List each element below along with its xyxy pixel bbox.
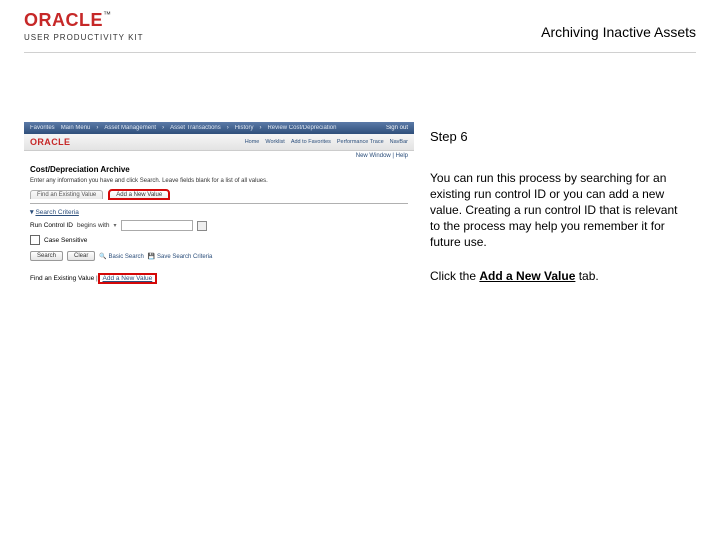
app-brand: ORACLE bbox=[30, 137, 70, 147]
new-window-link[interactable]: New Window | Help bbox=[24, 151, 414, 159]
logo-subtitle: USER PRODUCTIVITY KIT bbox=[24, 33, 144, 42]
bottom-add-new-value-link[interactable]: Add a New Value bbox=[100, 275, 156, 282]
breadcrumb-item[interactable]: Favorites bbox=[30, 125, 55, 131]
oracle-logo: ORACLE™ USER PRODUCTIVITY KIT bbox=[24, 10, 144, 42]
case-sensitive-checkbox[interactable] bbox=[30, 235, 40, 245]
embedded-page-title: Cost/Depreciation Archive bbox=[30, 165, 408, 174]
search-criteria-label: Search Criteria bbox=[35, 209, 78, 216]
lookup-icon[interactable] bbox=[197, 221, 207, 231]
app-header-bar: ORACLE Home Worklist Add to Favorites Pe… bbox=[24, 134, 414, 151]
search-button[interactable]: Search bbox=[30, 251, 63, 261]
breadcrumb-sep: › bbox=[227, 125, 229, 131]
instruction-pane: Step 6 You can run this process by searc… bbox=[430, 128, 690, 285]
save-search-link[interactable]: 💾 Save Search Criteria bbox=[148, 253, 213, 260]
run-control-operator[interactable]: begins with bbox=[77, 222, 110, 229]
tab-find-existing[interactable]: Find an Existing Value bbox=[30, 190, 103, 199]
run-control-input[interactable] bbox=[121, 220, 193, 231]
tab-add-new-value[interactable]: Add a New Value bbox=[109, 190, 169, 199]
breadcrumb-item[interactable]: Asset Transactions bbox=[170, 125, 221, 131]
case-sensitive-label: Case Sensitive bbox=[44, 237, 87, 244]
subnav-worklist[interactable]: Worklist bbox=[265, 139, 284, 145]
breadcrumb-bar: Favorites Main Menu › Asset Management ›… bbox=[24, 122, 414, 134]
logo-brand: ORACLE bbox=[24, 10, 103, 30]
page-title: Archiving Inactive Assets bbox=[541, 24, 696, 40]
breadcrumb-sep: › bbox=[96, 125, 98, 131]
tab-divider bbox=[30, 203, 408, 204]
header-divider bbox=[24, 52, 696, 53]
breadcrumb-item[interactable]: History bbox=[235, 125, 254, 131]
breadcrumb-item[interactable]: Main Menu bbox=[61, 125, 91, 131]
tab-row: Find an Existing Value Add a New Value bbox=[30, 190, 408, 199]
subnav-navbar[interactable]: NavBar bbox=[390, 139, 408, 145]
embedded-page-desc: Enter any information you have and click… bbox=[30, 178, 408, 184]
breadcrumb-item[interactable]: Asset Management bbox=[104, 125, 156, 131]
subnav-favorites[interactable]: Add to Favorites bbox=[291, 139, 331, 145]
instruction-action-target: Add a New Value bbox=[479, 269, 575, 283]
subnav-home[interactable]: Home bbox=[245, 139, 260, 145]
logo-tm: ™ bbox=[103, 10, 111, 19]
run-control-label: Run Control ID bbox=[30, 222, 73, 229]
instruction-action-prefix: Click the bbox=[430, 269, 479, 283]
bottom-find-label[interactable]: Find an Existing Value bbox=[30, 275, 94, 282]
chevron-down-icon[interactable]: ▾ bbox=[114, 222, 117, 229]
collapse-arrow-icon: ▾ bbox=[30, 209, 34, 216]
step-label: Step 6 bbox=[430, 128, 690, 146]
breadcrumb-item[interactable]: Review Cost/Depreciation bbox=[267, 125, 336, 131]
search-criteria-header[interactable]: ▾ Search Criteria bbox=[30, 208, 408, 216]
button-row: Search Clear 🔍 Basic Search 💾 Save Searc… bbox=[30, 251, 408, 261]
instruction-action-suffix: tab. bbox=[575, 269, 598, 283]
instruction-action: Click the Add a New Value tab. bbox=[430, 268, 690, 284]
app-subnav: Home Worklist Add to Favorites Performan… bbox=[245, 139, 414, 145]
breadcrumb-sep: › bbox=[259, 125, 261, 131]
instruction-body: You can run this process by searching fo… bbox=[430, 170, 690, 251]
basic-search-link[interactable]: 🔍 Basic Search bbox=[99, 253, 144, 260]
embedded-app-screenshot: Favorites Main Menu › Asset Management ›… bbox=[24, 122, 414, 317]
run-control-row: Run Control ID begins with ▾ bbox=[30, 220, 408, 231]
case-sensitive-row: Case Sensitive bbox=[30, 235, 408, 245]
subnav-trace[interactable]: Performance Trace bbox=[337, 139, 384, 145]
bottom-link-row: Find an Existing Value | Add a New Value bbox=[30, 275, 408, 282]
clear-button[interactable]: Clear bbox=[67, 251, 95, 261]
signout-link[interactable]: Sign out bbox=[386, 125, 408, 131]
breadcrumb-sep: › bbox=[162, 125, 164, 131]
search-icon: 🔍 bbox=[99, 254, 106, 260]
save-icon: 💾 bbox=[148, 254, 155, 260]
